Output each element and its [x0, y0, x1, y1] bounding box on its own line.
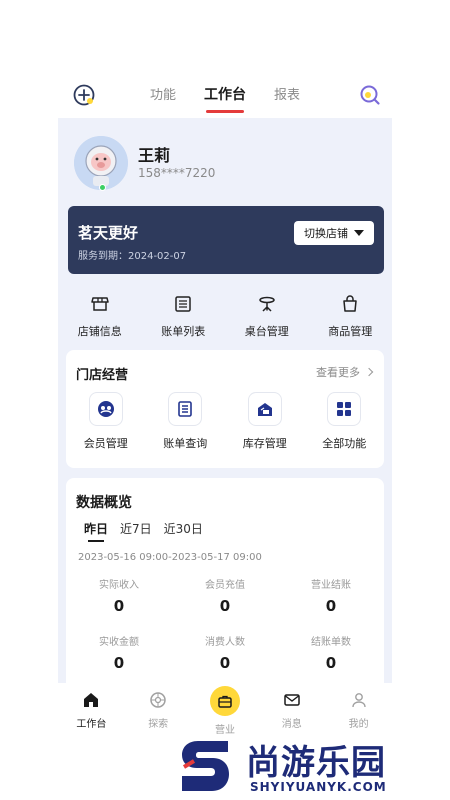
overview-title: 数据概览 — [76, 495, 132, 511]
mail-icon — [284, 694, 300, 706]
store-operations-card: 门店经营 查看更多 会员管理 账单查询 库存管理 全部功能 — [66, 350, 384, 468]
online-status-dot — [99, 184, 106, 191]
ops-label: 全部功能 — [322, 437, 367, 450]
scan-icon[interactable] — [358, 83, 382, 107]
stat-value: 0 — [219, 597, 231, 615]
user-icon — [351, 693, 366, 708]
stat-label: 结账单数 — [311, 637, 351, 648]
ops-bill-query[interactable]: 账单查询 — [146, 392, 226, 451]
stat-value: 0 — [113, 597, 125, 615]
nav-profile[interactable]: 我的 — [325, 683, 392, 731]
stat-label: 营业结账 — [311, 580, 351, 591]
operations-row: 会员管理 账单查询 库存管理 全部功能 — [66, 392, 384, 451]
switch-store-button[interactable]: 切换店铺 — [294, 221, 374, 245]
avatar[interactable] — [74, 136, 128, 190]
ops-all-functions[interactable]: 全部功能 — [305, 392, 385, 451]
ops-label: 账单查询 — [163, 437, 208, 450]
date-range: 2023-05-16 09:00-2023-05-17 09:00 — [78, 552, 262, 563]
bill-query-icon — [168, 392, 203, 426]
inventory-icon — [247, 392, 282, 426]
stat-label: 消费人数 — [205, 637, 245, 648]
nav-explore[interactable]: 探索 — [125, 683, 192, 731]
view-more-link[interactable]: 查看更多 — [316, 364, 374, 380]
nav-messages[interactable]: 消息 — [258, 683, 325, 731]
quick-bill-list[interactable]: 账单列表 — [142, 288, 226, 340]
workbench-area: 王莉 158****7220 茗天更好 服务到期：2024-02-07 切换店铺… — [58, 118, 392, 683]
site-watermark: 尚游乐园 SHYIYUANYK.COM — [176, 735, 446, 797]
tab-workbench[interactable]: 工作台 — [204, 84, 246, 113]
stat-value: 0 — [113, 654, 125, 672]
nav-label: 我的 — [348, 719, 369, 730]
stat-member-recharge: 会员充值 0 — [172, 576, 278, 615]
switch-store-label: 切换店铺 — [304, 227, 348, 240]
service-expire-date: 服务到期：2024-02-07 — [78, 251, 187, 262]
stat-value: 0 — [325, 654, 337, 672]
nav-label: 消息 — [281, 719, 302, 730]
watermark-text: 尚游乐园 — [246, 743, 386, 783]
quick-label: 商品管理 — [328, 325, 373, 338]
store-icon — [91, 297, 109, 311]
ops-inventory-management[interactable]: 库存管理 — [225, 392, 305, 451]
nav-business[interactable]: 营业 — [192, 683, 259, 736]
stat-actual-income: 实际收入 0 — [66, 576, 172, 615]
stat-label: 实际收入 — [99, 580, 139, 591]
quick-actions: 店铺信息 账单列表 桌台管理 商品管理 — [58, 288, 392, 340]
stat-checkout-orders: 结账单数 0 — [278, 633, 384, 672]
range-30-days[interactable]: 近30日 — [164, 520, 203, 537]
range-tabs: 昨日 近7日 近30日 — [84, 520, 203, 542]
stats-grid: 实际收入 0 会员充值 0 营业结账 0 实收金额 0 消费人数 0 结账单数 … — [66, 576, 384, 672]
quick-label: 店铺信息 — [77, 325, 122, 338]
quick-label: 桌台管理 — [244, 325, 289, 338]
user-name: 王莉 — [138, 146, 171, 165]
quick-product-management[interactable]: 商品管理 — [309, 288, 393, 340]
briefcase-icon — [209, 686, 240, 716]
watermark-logo-icon — [182, 741, 229, 791]
stat-customer-count: 消费人数 0 — [172, 633, 278, 672]
nav-workbench[interactable]: 工作台 — [58, 683, 125, 731]
tab-features[interactable]: 功能 — [150, 84, 176, 104]
stat-received-amount: 实收金额 0 — [66, 633, 172, 672]
watermark-url: SHYIYUANYK.COM — [250, 780, 387, 794]
bottom-nav: 工作台 探索 营业 消息 我的 — [58, 683, 392, 736]
top-bar: 功能 工作台 报表 — [0, 72, 450, 118]
compass-icon — [150, 692, 166, 708]
stat-business-checkout: 营业结账 0 — [278, 576, 384, 615]
nav-label: 工作台 — [76, 719, 107, 730]
top-tabs: 功能 工作台 报表 — [150, 84, 300, 113]
shopping-bag-icon — [343, 295, 357, 312]
ops-member-management[interactable]: 会员管理 — [66, 392, 146, 451]
data-overview-card: 数据概览 昨日 近7日 近30日 2023-05-16 09:00-2023-0… — [66, 478, 384, 683]
member-icon — [88, 392, 123, 426]
bill-list-icon — [175, 296, 191, 312]
nav-label: 探索 — [148, 719, 169, 730]
grid-icon — [327, 392, 362, 426]
astronaut-pig-avatar-icon — [74, 136, 128, 190]
user-profile[interactable]: 王莉 158****7220 — [74, 136, 374, 192]
view-more-label: 查看更多 — [316, 366, 360, 379]
range-7-days[interactable]: 近7日 — [120, 520, 152, 537]
store-card: 茗天更好 服务到期：2024-02-07 切换店铺 — [68, 206, 384, 274]
store-name: 茗天更好 — [78, 224, 139, 242]
ops-label: 库存管理 — [242, 437, 287, 450]
user-phone: 158****7220 — [138, 166, 216, 180]
stat-value: 0 — [219, 654, 231, 672]
quick-store-info[interactable]: 店铺信息 — [58, 288, 142, 340]
quick-table-management[interactable]: 桌台管理 — [225, 288, 309, 340]
table-icon — [259, 296, 275, 312]
chevron-right-icon — [364, 367, 374, 377]
ops-label: 会员管理 — [83, 437, 128, 450]
stat-value: 0 — [325, 597, 337, 615]
quick-label: 账单列表 — [161, 325, 206, 338]
range-yesterday[interactable]: 昨日 — [84, 520, 108, 542]
operations-title: 门店经营 — [76, 368, 129, 383]
add-circle-icon[interactable] — [72, 83, 96, 107]
caret-down-icon — [354, 230, 364, 236]
home-icon — [84, 693, 99, 707]
tab-reports[interactable]: 报表 — [274, 84, 300, 104]
stat-label: 会员充值 — [205, 580, 245, 591]
stat-label: 实收金额 — [99, 637, 139, 648]
